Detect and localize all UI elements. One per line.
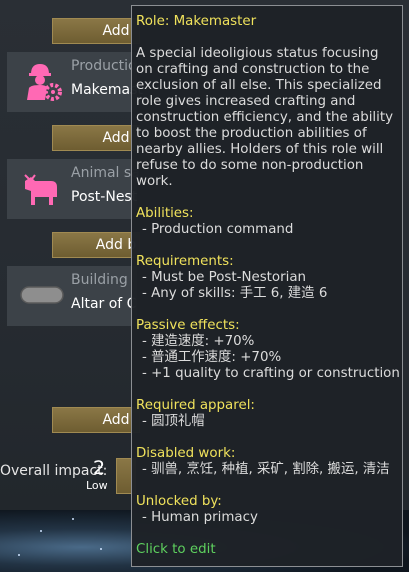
overall-impact-label: Overall impact: xyxy=(0,463,108,479)
role-card-production[interactable]: Productio Makemast xyxy=(7,52,143,112)
add-role-button[interactable]: Add xyxy=(52,407,140,433)
add-role-button[interactable]: Add b xyxy=(52,232,140,258)
disabled-work-heading: Disabled work: xyxy=(136,446,236,461)
requirement-item: - Any of skills: 手工 6, 建造 6 xyxy=(142,286,328,301)
ability-item: - Production command xyxy=(142,222,294,237)
add-role-button[interactable]: Add xyxy=(52,125,140,151)
role-category: Animal sa xyxy=(71,165,140,181)
abilities-heading: Abilities: xyxy=(136,206,194,221)
apparel-item: - 圆顶礼帽 xyxy=(142,414,205,429)
role-category: Building xyxy=(71,272,128,288)
role-name: Altar of C xyxy=(71,296,137,312)
role-card-animal[interactable]: Animal sa Post-Nest xyxy=(7,159,140,219)
click-to-edit-hint: Click to edit xyxy=(136,542,216,557)
altar-icon xyxy=(19,274,65,316)
requirement-item: - Must be Post-Nestorian xyxy=(142,270,307,285)
overall-impact-value: 2 xyxy=(93,457,106,479)
requirements-heading: Requirements: xyxy=(136,254,234,269)
add-role-button[interactable]: Add xyxy=(52,18,140,44)
disabled-work-item: - 驯兽, 烹饪, 种植, 采矿, 割除, 搬运, 清洁 xyxy=(142,462,390,477)
overall-impact-level: Low xyxy=(86,479,108,492)
worker-gear-icon xyxy=(19,60,65,102)
tooltip-description: A special ideoligious status focusing on… xyxy=(136,46,394,189)
role-tooltip: Role: Makemaster A special ideoligious s… xyxy=(131,5,403,567)
role-category: Productio xyxy=(71,58,137,74)
role-name: Post-Nest xyxy=(71,189,138,205)
unlocked-by-item: - Human primacy xyxy=(142,510,258,525)
passive-effect-item: - 普通工作速度: +70% xyxy=(142,350,282,365)
passive-effect-item: - +1 quality to crafting or construction xyxy=(142,366,400,381)
required-apparel-heading: Required apparel: xyxy=(136,398,255,413)
passive-effect-item: - 建造速度: +70% xyxy=(142,334,255,349)
unlocked-by-heading: Unlocked by: xyxy=(136,494,222,509)
passive-effects-heading: Passive effects: xyxy=(136,318,240,333)
cow-icon xyxy=(19,167,65,209)
role-card-building[interactable]: Building Altar of C xyxy=(7,266,137,326)
tooltip-title: Role: Makemaster xyxy=(136,14,257,29)
